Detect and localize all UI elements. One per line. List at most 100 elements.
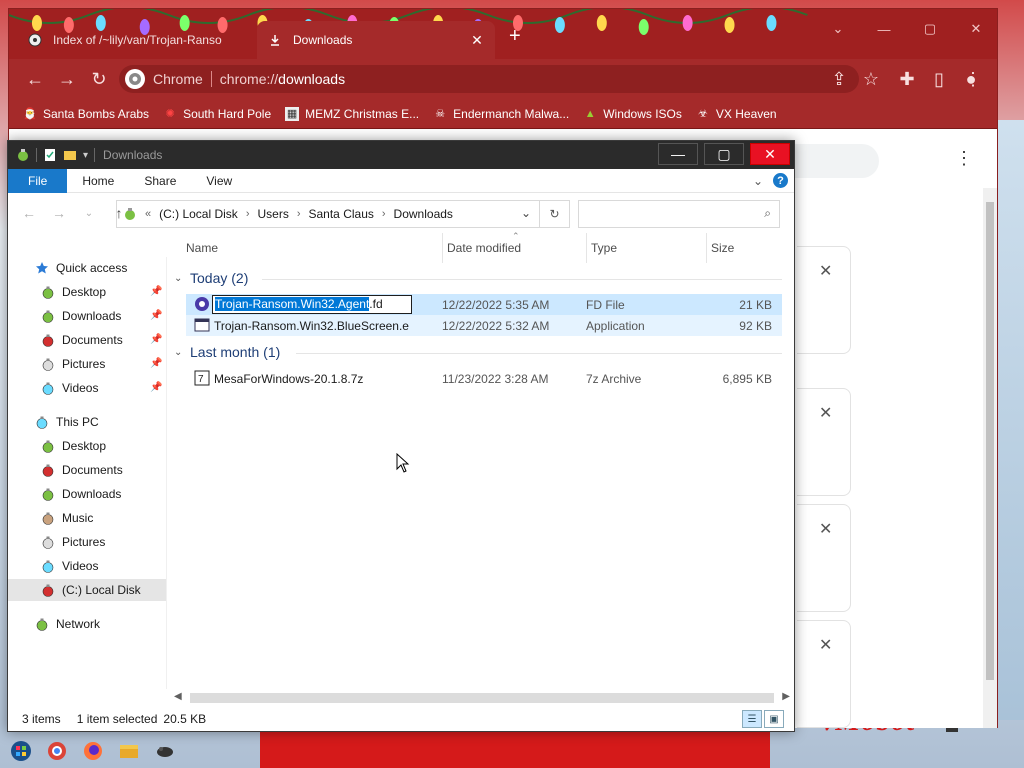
collapse-chevron-icon[interactable]: ⌄ [174, 273, 190, 284]
sidebar-item-videos[interactable]: Videos [8, 377, 166, 399]
chevron-right-icon[interactable]: › [382, 208, 386, 220]
chevron-right-icon[interactable]: › [297, 208, 301, 220]
sidebar-item-c-local-disk[interactable]: (C:) Local Disk [8, 579, 166, 601]
maximize-button[interactable]: ▢ [907, 13, 953, 45]
scrollbar-thumb[interactable] [986, 202, 994, 680]
bookmark-memz-christmas[interactable]: ▦ MEMZ Christmas E... [285, 106, 419, 121]
chrome-taskbar-icon[interactable] [46, 740, 68, 762]
sidebar-item-desktop[interactable]: Desktop [8, 435, 166, 457]
breadcrumb-santa-claus[interactable]: Santa Claus [309, 207, 374, 221]
close-button[interactable]: ✕ [750, 143, 790, 165]
file-row[interactable]: 7 MesaForWindows-20.1.8.7z 11/23/2022 3:… [186, 368, 782, 389]
forward-arrow-icon[interactable]: → [48, 205, 70, 221]
search-input[interactable]: ⌕ [578, 200, 780, 228]
new-tab-button[interactable]: + [509, 25, 521, 48]
download-item-card[interactable]: ✕ [797, 388, 851, 496]
bookmark-windows-isos[interactable]: ▲ Windows ISOs [583, 107, 682, 121]
address-breadcrumb[interactable]: « (C:) Local Disk › Users › Santa Claus … [116, 200, 540, 228]
breadcrumb-local-disk[interactable]: (C:) Local Disk [159, 207, 238, 221]
remove-download-close-icon[interactable]: ✕ [819, 403, 832, 423]
minimize-button[interactable]: — [658, 143, 698, 165]
pin-icon[interactable]: 📌 [150, 382, 162, 394]
sidebar-item-network[interactable]: Network [8, 613, 166, 635]
reload-button[interactable]: ↻ [83, 63, 115, 95]
bookmark-endermanch[interactable]: ☠ Endermanch Malwa... [433, 107, 569, 121]
file-row[interactable]: Trojan-Ransom.Win32.BlueScreen.e 12/22/2… [186, 315, 782, 336]
expand-ribbon-chevron-icon[interactable]: ⌄ [753, 174, 763, 188]
pin-icon[interactable]: 📌 [150, 310, 162, 322]
explorer-title-bar[interactable]: ▾ Downloads — ▢ ✕ [8, 141, 794, 169]
share-icon[interactable]: ⇪ [823, 63, 855, 95]
column-size[interactable]: Size [711, 241, 734, 255]
properties-icon[interactable] [43, 148, 57, 162]
firefox-taskbar-icon[interactable] [82, 740, 104, 762]
sidebar-item-pictures[interactable]: Pictures [8, 353, 166, 375]
sidebar-item-videos[interactable]: Videos [8, 555, 166, 577]
column-divider[interactable] [706, 233, 707, 263]
overflow-chevron[interactable]: « [145, 208, 151, 220]
download-item-card[interactable]: ✕ [797, 504, 851, 612]
refresh-button[interactable]: ↻ [540, 200, 570, 228]
sidebar-item-this-pc[interactable]: This PC [8, 411, 166, 433]
tab-downloads[interactable]: Downloads ✕ [257, 21, 495, 59]
new-folder-icon[interactable] [63, 148, 77, 162]
sidebar-item-documents[interactable]: Documents [8, 329, 166, 351]
page-scrollbar[interactable] [983, 188, 997, 728]
tab-index-of[interactable]: Index of /~lily/van/Trojan-Ranso [17, 21, 263, 59]
recent-locations-chevron-icon[interactable]: ⌄ [78, 208, 100, 219]
remove-download-close-icon[interactable]: ✕ [819, 261, 832, 281]
collapse-chevron-icon[interactable]: ⌄ [174, 347, 190, 358]
help-icon[interactable]: ? [773, 173, 788, 188]
column-name[interactable]: Name [186, 241, 218, 255]
extensions-icon[interactable]: ✚ [891, 63, 923, 95]
bookmark-santa-bombs-arabs[interactable]: 🎅 Santa Bombs Arabs [23, 107, 149, 121]
customize-quick-access-icon[interactable]: ▾ [83, 150, 88, 161]
remove-download-close-icon[interactable]: ✕ [819, 519, 832, 539]
tab-search-button[interactable]: ⌄ [815, 13, 861, 45]
tab-home[interactable]: Home [67, 169, 129, 193]
pin-icon[interactable]: 📌 [150, 334, 162, 346]
sidebar-item-downloads[interactable]: Downloads [8, 483, 166, 505]
sidebar-item-pictures[interactable]: Pictures [8, 531, 166, 553]
scroll-right-icon[interactable]: ▶ [782, 691, 790, 702]
sidebar-item-documents[interactable]: Documents [8, 459, 166, 481]
group-last-month[interactable]: ⌄ Last month (1) [174, 341, 280, 363]
column-date-modified[interactable]: Date modified [447, 241, 521, 255]
breadcrumb-users[interactable]: Users [257, 207, 288, 221]
address-history-chevron-icon[interactable]: ⌄ [521, 206, 531, 220]
start-button-icon[interactable] [10, 740, 32, 762]
address-bar[interactable]: Chrome chrome://downloads [119, 65, 859, 93]
close-window-button[interactable]: ✕ [953, 13, 999, 45]
breadcrumb-downloads[interactable]: Downloads [394, 207, 453, 221]
file-explorer-taskbar-icon[interactable] [118, 740, 140, 762]
file-row[interactable]: Trojan-Ransom.Win32.Agent.fd 12/22/2022 … [186, 294, 782, 315]
bookmark-star-icon[interactable]: ☆ [855, 63, 887, 95]
menu-kebab-icon[interactable]: ⋮ [957, 63, 989, 95]
large-icons-view-icon[interactable]: ▣ [764, 710, 784, 728]
sidebar-item-music[interactable]: Music [8, 507, 166, 529]
pin-icon[interactable]: 📌 [150, 286, 162, 298]
column-divider[interactable] [586, 233, 587, 263]
scroll-left-icon[interactable]: ◀ [174, 691, 182, 702]
close-icon[interactable]: ✕ [469, 32, 485, 49]
tab-file[interactable]: File [8, 168, 68, 193]
rename-input[interactable]: Trojan-Ransom.Win32.Agent.fd [212, 295, 412, 314]
forward-button[interactable]: → [51, 63, 83, 95]
back-button[interactable]: ← [19, 63, 51, 95]
tab-share[interactable]: Share [129, 169, 191, 193]
sidebar-item-quick-access[interactable]: Quick access [8, 257, 166, 279]
app-taskbar-icon[interactable] [154, 740, 176, 762]
sidebar-item-desktop[interactable]: Desktop [8, 281, 166, 303]
column-divider[interactable] [442, 233, 443, 263]
download-item-card[interactable]: ✕ [797, 246, 851, 354]
scrollbar-thumb[interactable] [190, 693, 774, 703]
column-type[interactable]: Type [591, 241, 617, 255]
pin-icon[interactable]: 📌 [150, 358, 162, 370]
minimize-button[interactable]: — [861, 13, 907, 45]
tab-view[interactable]: View [191, 169, 247, 193]
sidebar-item-downloads[interactable]: Downloads [8, 305, 166, 327]
remove-download-close-icon[interactable]: ✕ [819, 635, 832, 655]
chevron-right-icon[interactable]: › [246, 208, 250, 220]
download-item-card[interactable]: ✕ [797, 620, 851, 728]
back-arrow-icon[interactable]: ← [18, 205, 40, 221]
